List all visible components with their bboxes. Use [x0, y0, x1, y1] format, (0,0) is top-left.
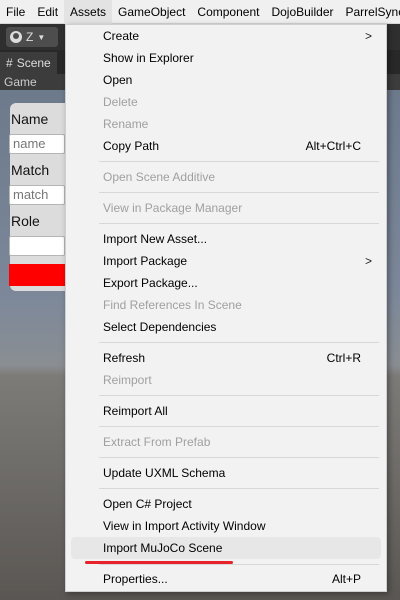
menu-item-find-references: Find References In Scene [103, 298, 242, 312]
menu-item-import-package[interactable]: Import Package > [66, 250, 386, 272]
menu-item-view-in-package-manager: View in Package Manager [103, 201, 243, 215]
menu-bar: File Edit Assets GameObject Component Do… [0, 0, 400, 24]
hash-icon: # [6, 56, 13, 70]
assets-context-menu: Create > Show in Explorer Open Delete Re… [65, 24, 387, 592]
menu-item-reimport: Reimport [103, 373, 152, 387]
menu-dojobuilder[interactable]: DojoBuilder [265, 0, 339, 24]
menu-separator [99, 457, 379, 458]
red-button[interactable] [9, 264, 65, 286]
menu-item-open-csharp-project[interactable]: Open C# Project [66, 493, 386, 515]
menu-item-select-dependencies[interactable]: Select Dependencies [66, 316, 386, 338]
menu-separator [99, 564, 379, 565]
copy-path-shortcut: Alt+Ctrl+C [305, 139, 361, 153]
menu-item-import-mujoco-scene[interactable]: Import MuJoCo Scene [71, 537, 381, 559]
account-icon [10, 31, 22, 43]
menu-item-update-uxml-schema[interactable]: Update UXML Schema [66, 462, 386, 484]
menu-item-view-import-activity[interactable]: View in Import Activity Window [66, 515, 386, 537]
menu-item-delete: Delete [103, 95, 138, 109]
role-label: Role [11, 213, 40, 229]
menu-item-open[interactable]: Open [66, 69, 386, 91]
menu-separator [99, 192, 379, 193]
match-input[interactable]: match [9, 185, 65, 205]
chevron-right-icon: > [364, 29, 372, 43]
tab-scene-label: Scene [16, 56, 51, 70]
menu-separator [99, 223, 379, 224]
menu-edit[interactable]: Edit [31, 0, 64, 24]
menu-separator [99, 395, 379, 396]
role-input[interactable] [9, 236, 65, 256]
match-label: Match [11, 162, 50, 178]
menu-item-rename: Rename [103, 117, 149, 131]
menu-separator [99, 488, 379, 489]
name-label: Name [11, 111, 49, 127]
menu-item-reimport-all[interactable]: Reimport All [66, 400, 386, 422]
menu-item-copy-path[interactable]: Copy Path Alt+Ctrl+C [66, 135, 386, 157]
chevron-right-icon: > [364, 254, 372, 268]
menu-item-extract-from-prefab: Extract From Prefab [103, 435, 211, 449]
menu-parrelsync[interactable]: ParrelSync [340, 0, 400, 24]
menu-separator [99, 161, 379, 162]
menu-item-create[interactable]: Create > [66, 25, 386, 47]
menu-item-refresh[interactable]: Refresh Ctrl+R [66, 347, 386, 369]
menu-gameobject[interactable]: GameObject [112, 0, 191, 24]
menu-item-export-package[interactable]: Export Package... [66, 272, 386, 294]
refresh-shortcut: Ctrl+R [326, 351, 361, 365]
menu-item-properties[interactable]: Properties... Alt+P [66, 568, 386, 590]
menu-component[interactable]: Component [191, 0, 265, 24]
menu-assets[interactable]: Assets [64, 0, 113, 24]
menu-item-show-in-explorer[interactable]: Show in Explorer [66, 47, 386, 69]
account-dropdown[interactable]: Z ▼ [6, 27, 58, 47]
account-label: Z [26, 30, 34, 44]
menu-file[interactable]: File [0, 0, 31, 24]
name-input[interactable]: name [9, 134, 65, 154]
menu-separator [99, 426, 379, 427]
properties-shortcut: Alt+P [331, 572, 361, 586]
menu-item-open-scene-additive: Open Scene Additive [103, 170, 216, 184]
menu-item-import-new-asset[interactable]: Import New Asset... [66, 228, 386, 250]
tab-scene[interactable]: # Scene [0, 52, 57, 74]
menu-separator [99, 342, 379, 343]
chevron-down-icon: ▼ [37, 32, 46, 42]
